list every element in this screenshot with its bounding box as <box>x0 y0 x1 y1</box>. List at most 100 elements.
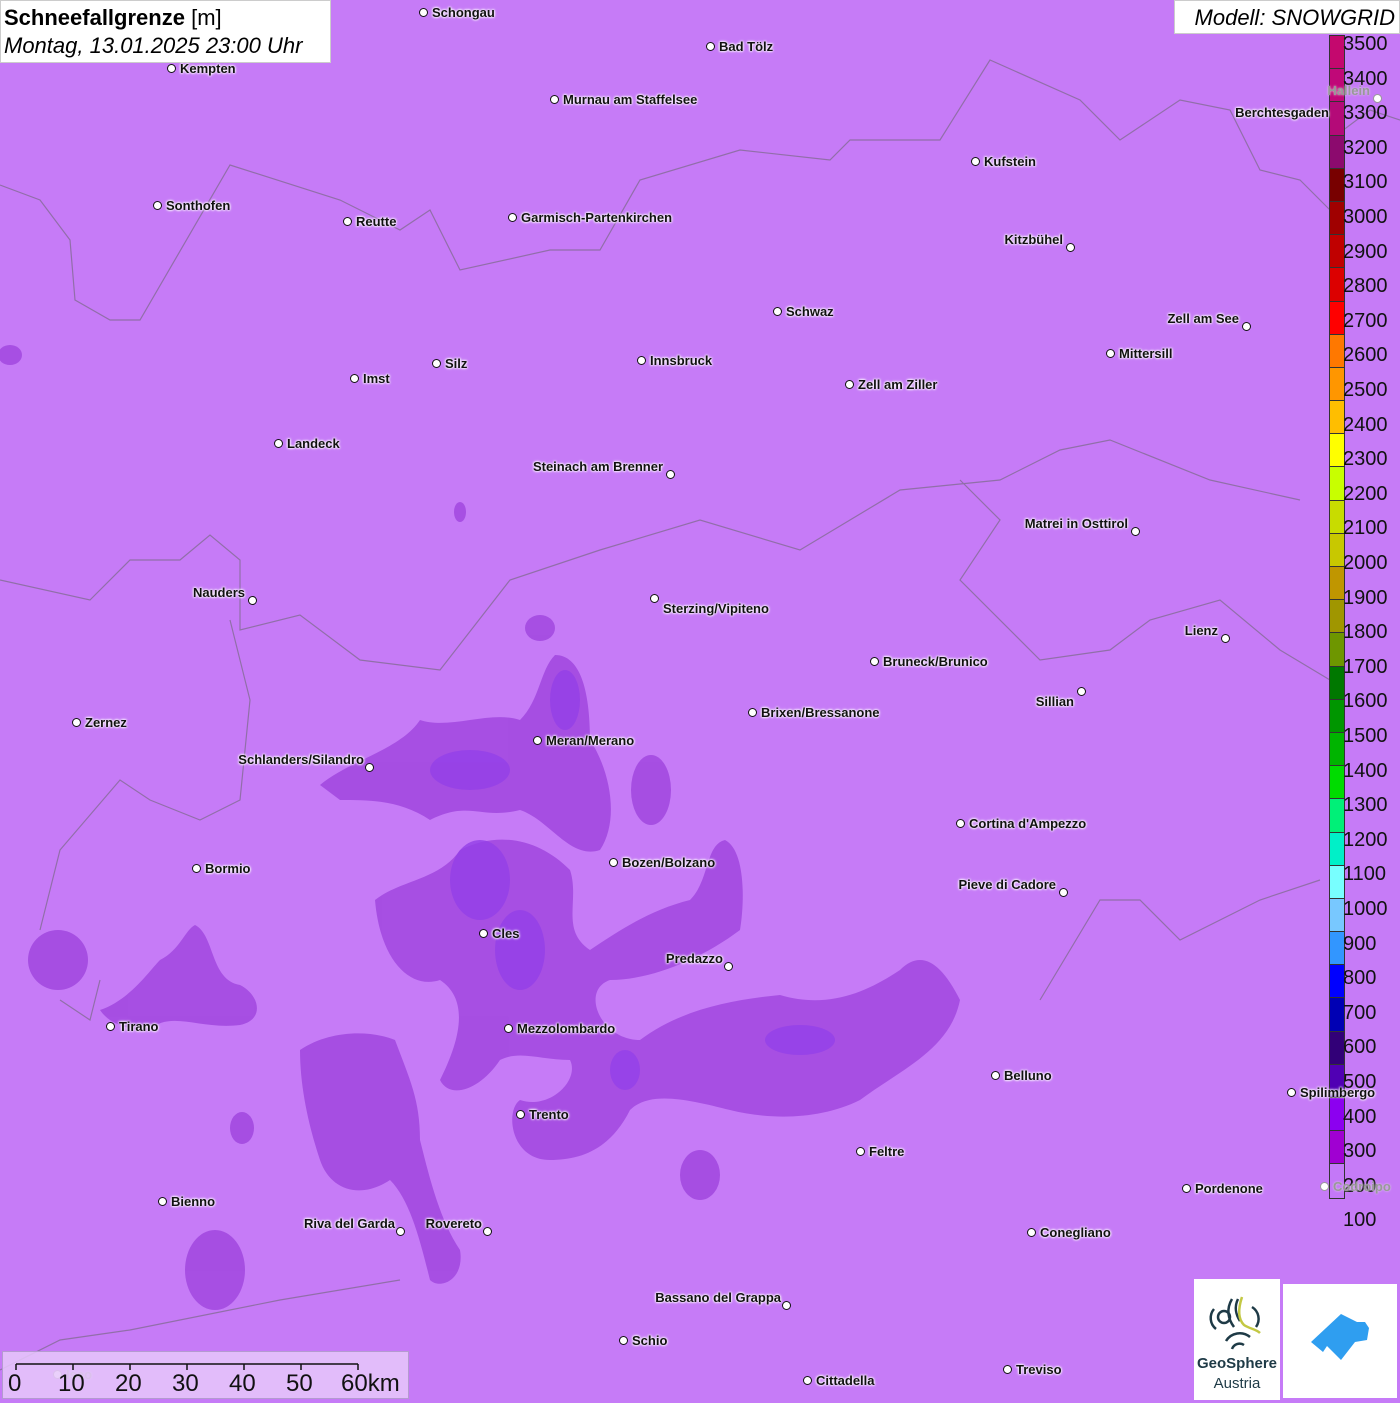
city-label: Brixen/Bressanone <box>761 705 880 720</box>
city-label: Mittersill <box>1119 346 1173 361</box>
legend-label: 2900 <box>1343 240 1388 263</box>
city-label: Murnau am Staffelsee <box>563 92 698 107</box>
city-marker-icon <box>1106 349 1115 358</box>
city-marker-icon <box>1077 687 1086 696</box>
city-label: Schwaz <box>786 304 834 319</box>
legend-swatch <box>1330 334 1344 368</box>
city-marker-icon <box>396 1227 405 1236</box>
city-marker-icon <box>1003 1365 1012 1374</box>
scale-label: 10 <box>58 1370 85 1397</box>
city-marker-icon <box>158 1197 167 1206</box>
city-marker-icon <box>153 201 162 210</box>
city-marker-icon <box>845 380 854 389</box>
scale-label: 50 <box>286 1370 313 1397</box>
city-marker-icon <box>724 962 733 971</box>
legend-label: 1200 <box>1343 828 1388 851</box>
city-label: Zell am See <box>1167 311 1239 326</box>
city-marker-icon <box>1242 322 1251 331</box>
city-marker-icon <box>516 1110 525 1119</box>
city-label: Cortina d'Ampezzo <box>969 816 1087 831</box>
city-label: Reutte <box>356 214 397 229</box>
city-label: Berchtesgaden <box>1235 105 1329 120</box>
city-marker-icon <box>1373 94 1382 103</box>
scale-label: 30 <box>172 1370 199 1397</box>
legend-swatch <box>1330 699 1344 733</box>
legend-label: 2300 <box>1343 448 1388 471</box>
city-marker-icon <box>773 307 782 316</box>
city-label: Bad Tölz <box>719 39 774 54</box>
legend-label: 2800 <box>1343 275 1388 298</box>
legend-swatch <box>1330 898 1344 933</box>
legend-label: 1100 <box>1343 863 1387 886</box>
city-marker-icon <box>619 1336 628 1345</box>
city-marker-icon <box>248 596 257 605</box>
city-marker-icon <box>956 819 965 828</box>
city-marker-icon <box>637 356 646 365</box>
legend-swatch <box>1330 367 1344 402</box>
city-label: Cittadella <box>816 1373 875 1388</box>
legend-swatch <box>1330 633 1344 667</box>
scale-label: 20 <box>115 1370 142 1397</box>
mountain-cloud-icon <box>1311 1314 1369 1360</box>
legend-label: 3500 <box>1343 33 1388 55</box>
city-label: Trento <box>529 1107 569 1122</box>
city-label: Zell am Ziller <box>858 377 938 392</box>
city-label: Spilimbergo <box>1300 1085 1376 1100</box>
legend-label: 800 <box>1343 967 1377 990</box>
legend-swatch <box>1330 467 1344 501</box>
city-marker-icon <box>432 359 441 368</box>
legend-label: 1300 <box>1343 794 1388 817</box>
scale-label: 0 <box>8 1370 22 1397</box>
city-marker-icon <box>1287 1088 1296 1097</box>
scale-bar-line <box>15 1363 359 1370</box>
legend-label: 400 <box>1343 1105 1377 1128</box>
city-marker-icon <box>508 213 517 222</box>
scale-label: 60km <box>341 1370 400 1397</box>
legend-swatch <box>1330 600 1344 634</box>
city-marker-icon <box>167 64 176 73</box>
snowgrid-logo[interactable] <box>1283 1284 1397 1398</box>
legend-swatch <box>1330 201 1344 236</box>
city-label: Bienno <box>171 1194 216 1209</box>
legend-label: 2200 <box>1343 482 1388 505</box>
city-label: Landeck <box>287 436 340 451</box>
model-label: Modell: SNOWGRID <box>1174 0 1400 34</box>
city-label: Predazzo <box>665 951 723 966</box>
legend-swatch <box>1330 268 1344 302</box>
legend-label: 2600 <box>1343 344 1388 367</box>
city-marker-icon <box>350 374 359 383</box>
city-label: Pieve di Cadore <box>958 877 1056 892</box>
city-label: Sillian <box>1035 694 1074 709</box>
city-label: Cles <box>492 926 520 941</box>
city-label: Kitzbühel <box>1004 232 1064 247</box>
legend-label: 3200 <box>1343 136 1388 159</box>
legend-label: 3300 <box>1343 102 1388 125</box>
legend-swatch <box>1330 998 1344 1032</box>
city-label: Feltre <box>869 1144 905 1159</box>
legend-label: 1400 <box>1343 759 1388 782</box>
city-label: Belluno <box>1004 1068 1052 1083</box>
city-marker-icon <box>971 157 980 166</box>
city-marker-icon <box>504 1024 513 1033</box>
legend-swatch <box>1330 832 1344 866</box>
city-label: Pordenone <box>1195 1181 1263 1196</box>
city-label: Schlanders/Silandro <box>238 752 364 767</box>
city-label: Sonthofen <box>166 198 231 213</box>
city-marker-icon <box>1182 1184 1191 1193</box>
legend-swatch <box>1330 235 1344 269</box>
city-marker-icon <box>870 657 879 666</box>
legend-swatch <box>1330 533 1344 567</box>
legend-label: 1600 <box>1343 690 1388 713</box>
city-marker-icon <box>609 858 618 867</box>
legend-label: 1900 <box>1343 586 1388 609</box>
city-label: Tirano <box>119 1019 159 1034</box>
parameter-name: Schneefallgrenze <box>4 5 185 30</box>
city-marker-icon <box>1221 634 1230 643</box>
legend-swatch <box>1330 401 1344 435</box>
city-marker-icon <box>650 594 659 603</box>
legend-swatch <box>1330 168 1344 202</box>
city-label: Zernez <box>85 715 127 730</box>
legend-swatch <box>1330 732 1344 767</box>
parameter-unit: [m] <box>191 5 222 30</box>
geosphere-austria-logo[interactable]: GeoSphere Austria <box>1194 1279 1280 1400</box>
